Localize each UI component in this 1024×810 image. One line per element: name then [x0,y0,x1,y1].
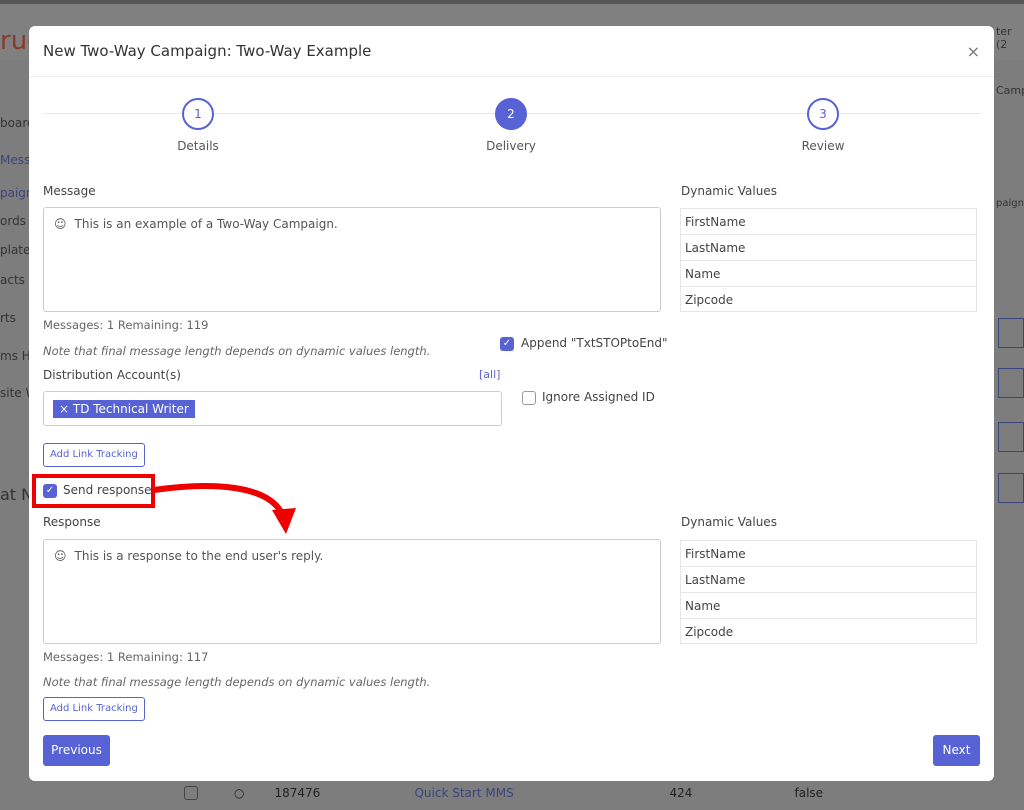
user-name: ter (2 [996,25,1012,51]
table-row: ○ 187476 Quick Start MMS 424 false [172,778,932,808]
modal-header: New Two-Way Campaign: Two-Way Example × [29,26,994,77]
stepper: 1 Details 2 Delivery 3 Review [43,96,980,156]
dynamic-value-item[interactable]: FirstName [681,209,976,235]
step-label: Review [801,139,845,153]
chat-icon: ○ [234,786,245,800]
dynamic-value-item[interactable]: FirstName [681,541,976,567]
distribution-label: Distribution Account(s) [43,368,181,382]
sidebar-item[interactable]: acts [0,273,25,287]
bg-text: Camp [996,84,1024,97]
new-campaign-modal: New Two-Way Campaign: Two-Way Example × … [29,26,994,781]
message-note: Note that final message length depends o… [43,344,431,358]
emoji-icon[interactable]: ☺ [54,217,67,231]
dynamic-value-item[interactable]: Zipcode [681,619,976,643]
response-label: Response [43,515,101,529]
message-counter: Messages: 1 Remaining: 119 [43,318,209,332]
dynamic-value-item[interactable]: Zipcode [681,287,976,311]
step-details[interactable]: 1 Details [138,98,258,153]
step-number: 1 [182,98,214,130]
response-textarea[interactable]: ☺ This is a response to the end user's re… [43,539,661,644]
account-tag[interactable]: × TD Technical Writer [53,400,195,418]
dynamic-value-item[interactable]: Name [681,593,976,619]
ignore-id-label: Ignore Assigned ID [542,390,655,404]
dynamic-values-list[interactable]: FirstName LastName Name Zipcode [680,540,977,644]
step-number: 2 [495,98,527,130]
select-all-link[interactable]: [all] [479,368,500,381]
row-checkbox[interactable] [184,786,198,800]
response-note: Note that final message length depends o… [43,675,431,689]
sidebar-item[interactable]: ords [0,214,26,228]
emoji-icon[interactable]: ☺ [54,549,67,563]
distribution-select[interactable]: × TD Technical Writer [43,391,502,426]
bg-button[interactable]: paign [996,198,1024,209]
append-label: Append "TxtSTOPtoEnd" [521,336,668,350]
dynamic-values-label: Dynamic Values [681,184,777,198]
annotation-arrow [153,483,296,534]
step-delivery[interactable]: 2 Delivery [451,98,571,153]
step-review[interactable]: 3 Review [763,98,883,153]
step-label: Delivery [486,139,536,153]
copy-icon[interactable] [998,368,1024,398]
copy-icon[interactable] [998,422,1024,452]
highlight-box [32,474,155,508]
step-label: Details [177,139,219,153]
response-text: This is a response to the end user's rep… [74,549,324,563]
ignore-id-checkbox[interactable] [522,391,536,405]
sidebar-item[interactable]: Mess [0,153,30,167]
modal-title: New Two-Way Campaign: Two-Way Example [43,42,372,60]
step-number: 3 [807,98,839,130]
append-checkbox[interactable]: ✓ [500,337,514,351]
copy-icon[interactable] [998,473,1024,503]
previous-button[interactable]: Previous [43,735,110,766]
dynamic-values-list[interactable]: FirstName LastName Name Zipcode [680,208,977,312]
message-label: Message [43,184,96,198]
sidebar-item[interactable]: rts [0,311,16,325]
dynamic-value-item[interactable]: LastName [681,567,976,593]
dynamic-values-label: Dynamic Values [681,515,777,529]
row-id: 187476 [274,786,321,800]
close-icon[interactable]: × [967,42,980,61]
dynamic-value-item[interactable]: LastName [681,235,976,261]
next-button[interactable]: Next [933,735,980,766]
row-count: 424 [669,786,693,800]
copy-icon[interactable] [998,318,1024,348]
add-link-tracking-button[interactable]: Add Link Tracking [43,697,145,721]
dynamic-value-item[interactable]: Name [681,261,976,287]
add-link-tracking-button[interactable]: Add Link Tracking [43,443,145,467]
message-text: This is an example of a Two-Way Campaign… [74,217,338,231]
message-textarea[interactable]: ☺ This is an example of a Two-Way Campaig… [43,207,661,312]
response-counter: Messages: 1 Remaining: 117 [43,650,209,664]
row-flag: false [794,786,824,800]
row-name[interactable]: Quick Start MMS [414,786,669,800]
